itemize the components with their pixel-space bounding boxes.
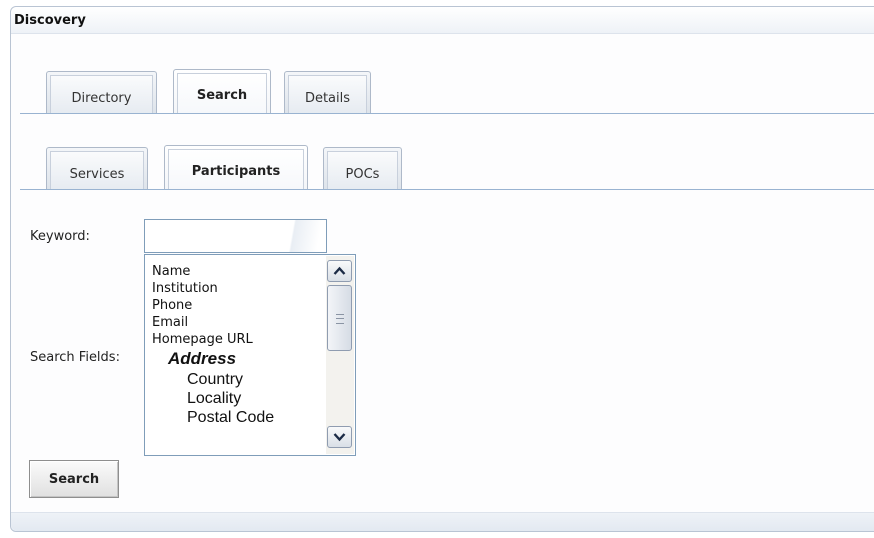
tab-label: Details [304,91,351,106]
tab-services[interactable]: Services [46,147,148,190]
list-option[interactable]: Postal Code [152,408,322,427]
scroll-down-button[interactable] [327,426,352,448]
grip-icon [336,314,344,324]
panel-title: Discovery [14,13,86,28]
tab-pocs[interactable]: POCs [323,147,402,190]
search-fields-label: Search Fields: [30,350,120,365]
tab-participants[interactable]: Participants [164,145,308,190]
panel-footer [11,512,874,531]
keyword-label: Keyword: [30,229,90,244]
chevron-up-icon [333,266,346,275]
tab-bar-divider [20,189,874,190]
tab-label: Services [69,167,125,182]
keyword-input[interactable] [144,219,327,253]
list-option[interactable]: Phone [152,297,322,314]
panel-header: Discovery [11,7,874,34]
list-option[interactable]: Email [152,314,322,331]
list-option-group: Address [168,349,237,368]
list-option[interactable]: Homepage URL [152,331,322,348]
tab-label: Participants [191,164,281,179]
scroll-up-button[interactable] [327,260,352,282]
tab-search[interactable]: Search [173,69,271,114]
tab-label: POCs [345,167,380,182]
tab-directory[interactable]: Directory [46,71,157,114]
tab-label: Search [196,88,248,103]
main-tab-bar: Directory Search Details [20,64,874,114]
listbox-scrollbar[interactable] [326,256,354,454]
sub-tab-bar: Services Participants POCs [20,140,874,190]
list-option[interactable]: Institution [152,280,322,297]
scrollbar-thumb[interactable] [327,285,352,351]
search-fields-options: Name Institution Phone Email Homepage UR… [152,263,322,427]
search-fields-listbox[interactable]: Name Institution Phone Email Homepage UR… [144,254,356,456]
list-option[interactable]: Name [152,263,322,280]
search-button[interactable]: Search [29,460,119,498]
tab-bar-divider [20,113,874,114]
tab-details[interactable]: Details [284,71,371,114]
tab-label: Directory [71,91,132,106]
list-option[interactable]: Country [152,370,322,389]
list-option[interactable]: Locality [152,389,322,408]
chevron-down-icon [333,433,346,442]
